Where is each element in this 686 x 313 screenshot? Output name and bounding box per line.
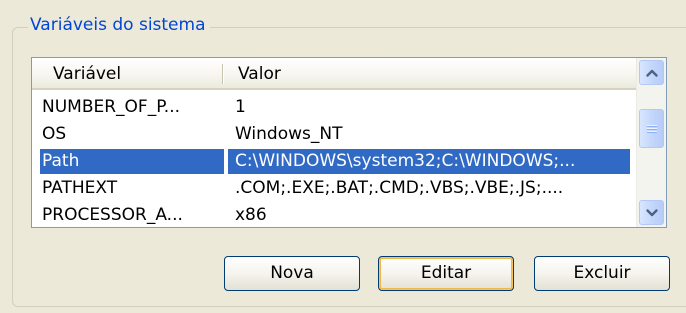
list-row-selected[interactable]: Path C:\WINDOWS\system32;C:\WINDOWS;... — [32, 148, 636, 175]
scroll-down-button[interactable] — [639, 200, 664, 225]
row-value: x86 — [235, 205, 267, 225]
edit-button[interactable]: Editar — [378, 256, 514, 291]
arrow-up-icon — [645, 69, 658, 77]
list-row[interactable]: NUMBER_OF_P... 1 — [32, 94, 636, 121]
row-variable: PROCESSOR_A... — [42, 205, 183, 225]
new-button[interactable]: Nova — [224, 256, 360, 291]
grip-icon — [646, 124, 657, 133]
row-value: 1 — [235, 97, 246, 117]
list-row[interactable]: OS Windows_NT — [32, 121, 636, 148]
column-divider[interactable] — [222, 64, 223, 84]
row-variable: Path — [42, 151, 80, 171]
row-variable: PATHEXT — [42, 178, 118, 198]
list-row[interactable]: PROCESSOR_A... x86 — [32, 202, 636, 227]
delete-button[interactable]: Excluir — [534, 256, 670, 291]
column-header-value[interactable]: Valor — [238, 58, 281, 88]
row-value: Windows_NT — [235, 124, 343, 144]
row-value: C:\WINDOWS\system32;C:\WINDOWS;... — [235, 151, 576, 171]
scroll-thumb[interactable] — [639, 109, 664, 148]
row-value: .COM;.EXE;.BAT;.CMD;.VBS;.VBE;.JS;.... — [235, 178, 564, 198]
system-variables-list[interactable]: Variável Valor NUMBER_OF_P... 1 OS Windo… — [31, 57, 667, 228]
vertical-scrollbar[interactable] — [636, 58, 666, 227]
row-variable: OS — [42, 124, 67, 144]
system-variables-panel: Variáveis do sistema Variável Valor NUMB… — [0, 0, 686, 313]
group-title: Variáveis do sistema — [28, 14, 210, 36]
column-header-variable[interactable]: Variável — [53, 58, 121, 88]
list-header: Variável Valor — [32, 58, 636, 90]
row-variable: NUMBER_OF_P... — [42, 97, 181, 117]
list-row[interactable]: PATHEXT .COM;.EXE;.BAT;.CMD;.VBS;.VBE;.J… — [32, 175, 636, 202]
scroll-up-button[interactable] — [639, 60, 664, 85]
arrow-down-icon — [645, 208, 658, 216]
